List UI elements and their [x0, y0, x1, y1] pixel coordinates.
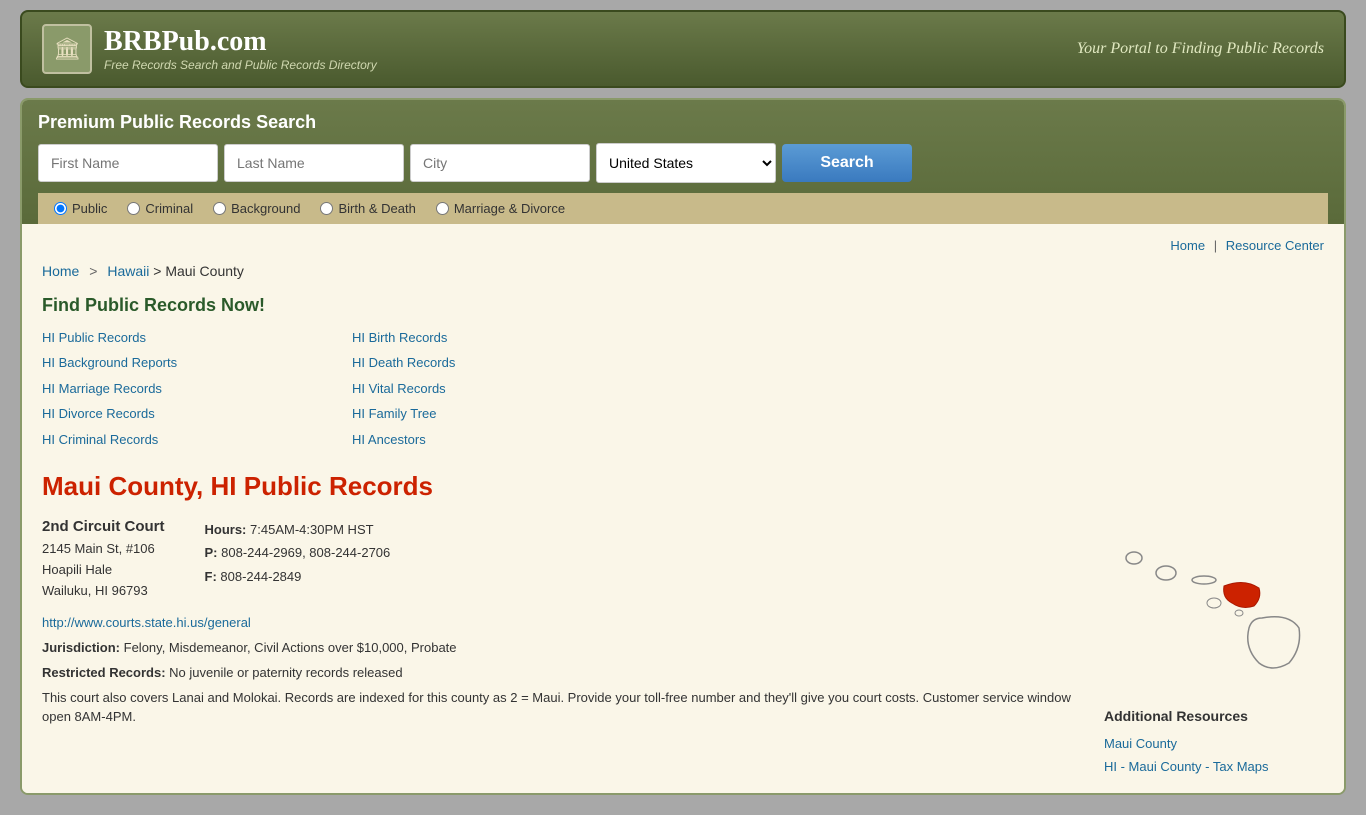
court-address-block: 2nd Circuit Court 2145 Main St, #106 Hoa…: [42, 518, 165, 605]
additional-resource-maui-county-link[interactable]: Maui County: [1104, 732, 1324, 755]
additional-resources: Additional Resources Maui County HI - Ma…: [1104, 708, 1324, 779]
court-info: 2nd Circuit Court 2145 Main St, #106 Hoa…: [42, 518, 1084, 779]
link-hi-background-reports[interactable]: HI Background Reports: [42, 351, 332, 374]
additional-resources-title: Additional Resources: [1104, 708, 1324, 724]
link-hi-vital-records[interactable]: HI Vital Records: [352, 377, 642, 400]
court-hours: Hours: 7:45AM-4:30PM HST: [205, 518, 391, 541]
city-input[interactable]: [410, 144, 590, 182]
option-criminal[interactable]: Criminal: [127, 201, 193, 216]
records-links: HI Public Records HI Birth Records HI Ba…: [42, 326, 642, 451]
breadcrumb-separator-2: >: [153, 263, 165, 279]
fax-label: F:: [205, 569, 217, 584]
court-note: This court also covers Lanai and Molokai…: [42, 688, 1084, 727]
link-hi-criminal-records[interactable]: HI Criminal Records: [42, 428, 332, 451]
court-fax: F: 808-244-2849: [205, 565, 391, 588]
breadcrumb: Home > Hawaii > Maui County: [42, 263, 1324, 279]
find-records-section: Find Public Records Now! HI Public Recor…: [42, 295, 1324, 451]
site-header: 🏛 BRBPub.com Free Records Search and Pub…: [20, 10, 1346, 88]
additional-resource-tax-maps-link[interactable]: HI - Maui County - Tax Maps: [1104, 755, 1324, 778]
court-address-line3: Wailuku, HI 96793: [42, 583, 148, 598]
phone-label: P:: [205, 545, 218, 560]
option-marriage-divorce[interactable]: Marriage & Divorce: [436, 201, 565, 216]
breadcrumb-state-link[interactable]: Hawaii: [107, 263, 149, 279]
court-name: 2nd Circuit Court: [42, 518, 165, 535]
breadcrumb-home-link[interactable]: Home: [42, 263, 79, 279]
hours-label: Hours:: [205, 522, 247, 537]
fax-value: 808-244-2849: [220, 569, 301, 584]
link-hi-ancestors[interactable]: HI Ancestors: [352, 428, 642, 451]
top-nav-resource-center-link[interactable]: Resource Center: [1226, 238, 1324, 253]
site-title: BRBPub.com: [104, 26, 377, 58]
court-details-grid: 2nd Circuit Court 2145 Main St, #106 Hoa…: [42, 518, 1084, 605]
court-website-link[interactable]: http://www.courts.state.hi.us/general: [42, 615, 1084, 630]
hours-value: 7:45AM-4:30PM HST: [250, 522, 374, 537]
option-background[interactable]: Background: [213, 201, 300, 216]
hawaii-map-svg: [1114, 528, 1314, 688]
search-section-title: Premium Public Records Search: [38, 112, 1328, 133]
header-tagline: Your Portal to Finding Public Records: [1077, 40, 1324, 58]
site-subtitle: Free Records Search and Public Records D…: [104, 58, 377, 72]
logo-icon: 🏛: [42, 24, 92, 74]
main-container: Premium Public Records Search United Sta…: [20, 98, 1346, 795]
top-nav-home-link[interactable]: Home: [1170, 238, 1205, 253]
court-address-line1: 2145 Main St, #106: [42, 541, 155, 556]
search-section: Premium Public Records Search United Sta…: [22, 100, 1344, 224]
search-options: Public Criminal Background Birth & Death…: [38, 193, 1328, 224]
logo-area: 🏛 BRBPub.com Free Records Search and Pub…: [42, 24, 377, 74]
court-jurisdiction: Jurisdiction: Felony, Misdemeanor, Civil…: [42, 638, 1084, 659]
logo-text: BRBPub.com Free Records Search and Publi…: [104, 26, 377, 72]
link-hi-birth-records[interactable]: HI Birth Records: [352, 326, 642, 349]
map-column: Additional Resources Maui County HI - Ma…: [1104, 518, 1324, 779]
restricted-value: No juvenile or paternity records release…: [169, 665, 402, 680]
first-name-input[interactable]: [38, 144, 218, 182]
top-nav-separator: |: [1214, 238, 1217, 253]
option-birth-death[interactable]: Birth & Death: [320, 201, 415, 216]
search-form: United States Search: [38, 143, 1328, 183]
link-hi-family-tree[interactable]: HI Family Tree: [352, 402, 642, 425]
search-button[interactable]: Search: [782, 144, 912, 182]
court-address: 2145 Main St, #106 Hoapili Hale Wailuku,…: [42, 539, 165, 601]
link-hi-death-records[interactable]: HI Death Records: [352, 351, 642, 374]
last-name-input[interactable]: [224, 144, 404, 182]
jurisdiction-label: Jurisdiction:: [42, 640, 120, 655]
court-address-line2: Hoapili Hale: [42, 562, 112, 577]
hawaii-map-container: [1104, 518, 1324, 688]
find-records-title: Find Public Records Now!: [42, 295, 1324, 316]
country-select[interactable]: United States: [596, 143, 776, 183]
breadcrumb-separator-1: >: [89, 263, 101, 279]
link-hi-marriage-records[interactable]: HI Marriage Records: [42, 377, 332, 400]
lower-section: 2nd Circuit Court 2145 Main St, #106 Hoa…: [42, 518, 1324, 779]
breadcrumb-current: Maui County: [165, 263, 244, 279]
top-nav: Home | Resource Center: [42, 238, 1324, 253]
page-title: Maui County, HI Public Records: [42, 471, 1324, 502]
content-area: Home | Resource Center Home > Hawaii > M…: [22, 224, 1344, 793]
court-contact: Hours: 7:45AM-4:30PM HST P: 808-244-2969…: [205, 518, 391, 605]
court-phone: P: 808-244-2969, 808-244-2706: [205, 541, 391, 564]
link-hi-public-records[interactable]: HI Public Records: [42, 326, 332, 349]
option-public[interactable]: Public: [54, 201, 107, 216]
jurisdiction-value: Felony, Misdemeanor, Civil Actions over …: [124, 640, 457, 655]
court-restricted: Restricted Records: No juvenile or pater…: [42, 663, 1084, 684]
restricted-label: Restricted Records:: [42, 665, 166, 680]
phone-value: 808-244-2969, 808-244-2706: [221, 545, 390, 560]
link-hi-divorce-records[interactable]: HI Divorce Records: [42, 402, 332, 425]
